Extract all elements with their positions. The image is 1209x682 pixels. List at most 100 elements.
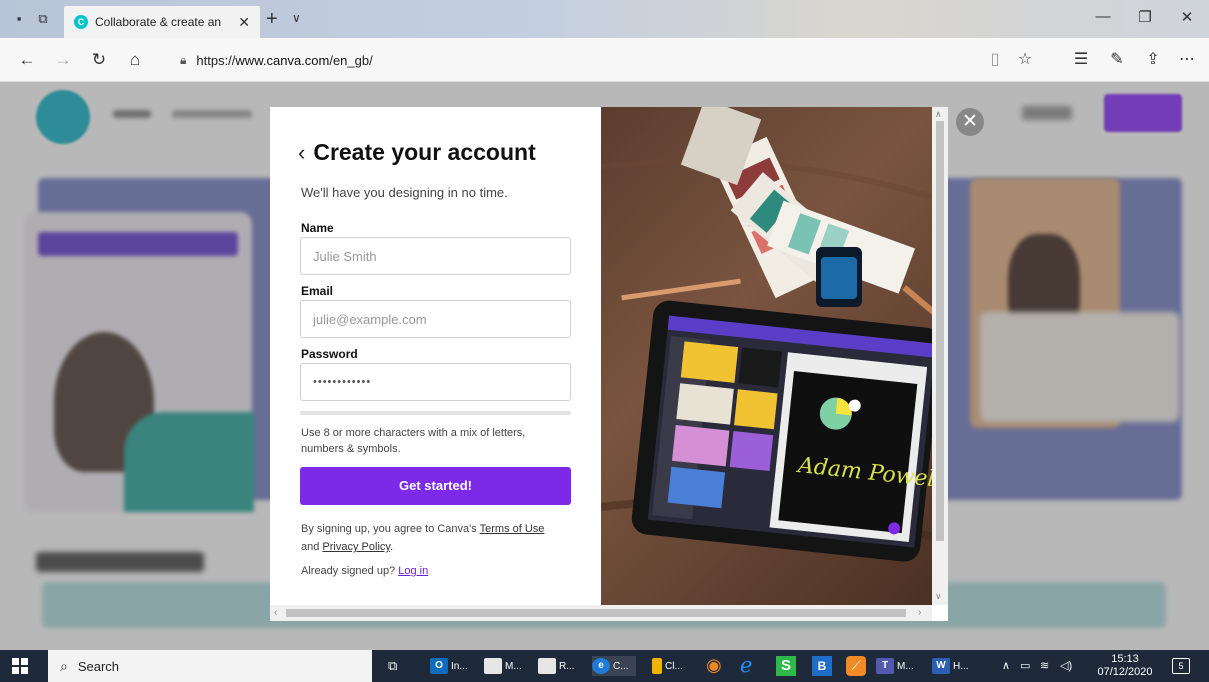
more-icon[interactable]: ⋯: [1176, 50, 1198, 70]
lock-icon: 🔒︎: [180, 52, 187, 67]
terms-text: By signing up, you agree to Canva's Term…: [301, 520, 581, 556]
vertical-scroll-thumb[interactable]: [936, 121, 944, 541]
new-tab-icon[interactable]: +: [266, 9, 278, 29]
email-field[interactable]: julie@example.com: [300, 300, 571, 338]
privacy-policy-link[interactable]: Privacy Policy: [322, 541, 390, 553]
pen-icon[interactable]: ✎: [1106, 50, 1128, 70]
url-path: /en_gb/: [329, 52, 373, 68]
scroll-left-icon[interactable]: ‹: [274, 607, 277, 618]
taskbar-search[interactable]: ⌕ Search: [48, 650, 372, 682]
get-started-button[interactable]: Get started!: [300, 467, 571, 505]
url-prefix: https://: [196, 52, 236, 68]
browser-toolbar: ← → ↻ ⌂ 🔒︎ https://www.canva.com/en_gb/ …: [0, 38, 1209, 82]
modal-title: ‹ Create your account: [298, 139, 536, 166]
task-view-icon[interactable]: ⧉: [388, 658, 397, 674]
battery-icon[interactable]: ▭: [1020, 659, 1030, 672]
restore-icon[interactable]: ❐: [1130, 8, 1160, 26]
horizontal-scrollbar[interactable]: ‹ ›: [270, 605, 932, 621]
tray-chevron-up-icon[interactable]: ∧: [1002, 659, 1010, 672]
name-field[interactable]: Julie Smith: [300, 237, 571, 275]
horizontal-scroll-thumb[interactable]: [286, 609, 906, 617]
forward-arrow-icon[interactable]: →: [52, 50, 74, 70]
mail-window-icon: [484, 658, 502, 674]
terms-prefix: By signing up, you agree to Canva's: [301, 523, 477, 535]
close-window-icon[interactable]: ✕: [1172, 8, 1202, 26]
search-icon: ⌕: [60, 657, 68, 674]
wifi-icon[interactable]: ≋: [1040, 659, 1049, 672]
outlook-icon: O: [430, 658, 448, 674]
promo-photo-illustration: Adam Powell: [601, 107, 932, 562]
reading-view-icon[interactable]: ▯: [984, 50, 1006, 70]
chrome-canary-icon[interactable]: ◉: [706, 655, 722, 676]
window-icon: [538, 658, 556, 674]
vertical-scrollbar[interactable]: ∧ ∨: [932, 107, 948, 605]
password-strength-bar: [300, 411, 571, 415]
taskbar-app-label: R...: [559, 660, 575, 672]
orange-app-icon[interactable]: ⟋: [846, 656, 866, 676]
modal-subtitle: We'll have you designing in no time.: [301, 185, 508, 200]
b-app-icon[interactable]: B: [812, 656, 832, 676]
minimize-icon[interactable]: —: [1088, 8, 1118, 25]
login-link[interactable]: Log in: [398, 565, 428, 577]
windows-start-icon[interactable]: [12, 658, 28, 674]
taskbar-search-label: Search: [77, 658, 120, 674]
clock-time: 15:13: [1111, 653, 1139, 665]
tab-canva[interactable]: C Collaborate & create an ✕: [64, 6, 260, 38]
taskbar-app-files[interactable]: Cl...: [652, 656, 683, 676]
already-signed-up: Already signed up? Log in: [301, 565, 428, 577]
taskbar-app-label: Cl...: [665, 660, 683, 672]
refresh-icon[interactable]: ↻: [88, 50, 110, 70]
taskbar-app-teams[interactable]: T M...: [876, 656, 914, 676]
terms-of-use-link[interactable]: Terms of Use: [480, 523, 545, 535]
url-host: www.canva.com: [235, 52, 330, 68]
promo-photo: Adam Powell: [601, 107, 932, 605]
taskbar-clock[interactable]: 15:13 07/12/2020: [1092, 653, 1158, 679]
signup-modal: ‹ Create your account We'll have you des…: [270, 107, 948, 621]
taskbar-app-outlook[interactable]: O In...: [430, 656, 468, 676]
back-arrow-icon[interactable]: ←: [16, 50, 38, 70]
scroll-up-icon[interactable]: ∧: [935, 109, 942, 120]
password-field[interactable]: ••••••••••••: [300, 363, 571, 401]
signup-form: ‹ Create your account We'll have you des…: [270, 107, 601, 605]
chevron-left-icon[interactable]: ‹: [298, 140, 305, 166]
taskbar-app-mail[interactable]: M...: [484, 656, 522, 676]
chevron-down-icon[interactable]: ∨: [292, 11, 301, 25]
favorites-list-icon[interactable]: ☰: [1070, 50, 1092, 70]
s-app-icon[interactable]: S: [776, 656, 796, 676]
favorite-star-icon[interactable]: ☆: [1014, 50, 1036, 70]
set-aside-tabs-icon[interactable]: ⧉: [34, 11, 52, 27]
scroll-down-icon[interactable]: ∨: [935, 591, 942, 602]
taskbar-app-remote[interactable]: R...: [538, 656, 575, 676]
taskbar-app-label: H...: [953, 660, 969, 672]
tab-title: Collaborate & create an: [95, 15, 222, 29]
terms-suffix: .: [390, 541, 394, 553]
name-label: Name: [301, 221, 334, 235]
home-icon[interactable]: ⌂: [124, 50, 146, 70]
browser-tabbar: ▪ ⧉ C Collaborate & create an ✕ + ∨ — ❐ …: [0, 0, 1209, 38]
internet-explorer-icon[interactable]: ℯ: [740, 653, 752, 678]
scroll-right-icon[interactable]: ›: [918, 607, 921, 618]
notification-center-icon[interactable]: 5: [1172, 658, 1190, 674]
canva-favicon-icon: C: [74, 15, 88, 29]
volume-icon[interactable]: ◁): [1060, 659, 1072, 672]
close-tab-icon[interactable]: ✕: [238, 14, 250, 31]
taskbar-app-label: M...: [897, 660, 914, 672]
taskbar-app-label: In...: [451, 660, 468, 672]
modal-title-text: Create your account: [313, 139, 536, 165]
address-bar[interactable]: 🔒︎ https://www.canva.com/en_gb/: [168, 46, 1048, 74]
already-text: Already signed up?: [301, 565, 396, 577]
password-hint: Use 8 or more characters with a mix of l…: [301, 427, 526, 455]
tab-actions-icon[interactable]: ▪: [10, 11, 28, 27]
email-label: Email: [301, 284, 334, 298]
close-modal-icon[interactable]: ✕: [956, 108, 984, 136]
taskbar-app-word[interactable]: W H...: [932, 656, 969, 676]
taskbar-app-edge[interactable]: e C...: [592, 656, 636, 676]
taskbar-app-label: M...: [505, 660, 522, 672]
teams-icon: T: [876, 658, 894, 674]
share-icon[interactable]: ⇪: [1142, 50, 1164, 70]
password-label: Password: [301, 347, 358, 361]
taskbar-app-label: C...: [613, 660, 629, 672]
folder-icon: [652, 658, 662, 674]
clock-date: 07/12/2020: [1097, 666, 1153, 678]
terms-and: and: [301, 541, 320, 553]
